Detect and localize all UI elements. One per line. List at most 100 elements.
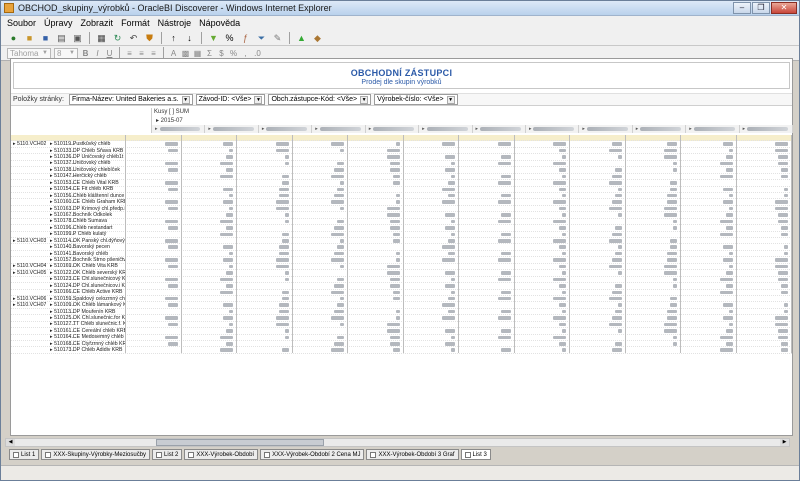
new-workbook-icon[interactable]: ● [7,32,20,44]
align-right-icon[interactable]: ≡ [149,48,158,59]
scroll-left-icon[interactable]: ◀ [6,439,15,446]
column-header-cell[interactable]: ▸ [739,125,794,133]
data-cell[interactable] [737,346,792,354]
close-button[interactable]: ✕ [771,2,797,14]
sheet-tab[interactable]: XXX-Skupiny-Výrobky-Meziosučby [41,449,151,460]
data-cell[interactable] [681,346,737,354]
sort-desc-icon[interactable]: ↓ [183,32,196,44]
column-header-cell[interactable]: ▸ [152,125,206,133]
scroll-thumb[interactable] [156,439,324,446]
row-group-label[interactable]: ▸ 5110.VCH07 [11,302,46,308]
fill-color-icon[interactable]: ▩ [181,48,190,59]
column-header-cell[interactable]: ▸ [632,125,687,133]
column-header-cell[interactable]: ▸ [312,125,366,133]
conditions-icon[interactable]: ▼ [207,32,220,44]
menu-napoveda[interactable]: Nápověda [199,18,240,28]
data-cell[interactable] [348,346,404,354]
edit-icon[interactable]: ✎ [271,32,284,44]
minimize-button[interactable]: – [733,2,751,14]
row-item-label[interactable]: ▸ 510161.....CE Cereální chléb KRB [46,328,125,334]
row-item-label[interactable]: ▸ 510169.....OK Chléb Vita KRB [46,263,125,269]
row-item-label[interactable]: ▸ 510196.....Chléb nestandart [46,225,125,231]
bold-icon[interactable]: B [81,48,90,59]
row-item-label[interactable]: ▸ 510166.....CE Chléb Active KRB [46,289,125,295]
align-left-icon[interactable]: ≡ [125,48,134,59]
horizontal-scrollbar[interactable]: ◀ ▶ [5,438,790,447]
scroll-right-icon[interactable]: ▶ [780,439,789,446]
row-item-label[interactable]: ▸ 510156.....Chléb kláštenní dunce [46,193,125,199]
column-header-cell[interactable]: ▸ [472,125,526,133]
row-group-label[interactable]: ▸ 5110.VCH02 [11,141,46,147]
data-cell[interactable] [126,346,182,354]
column-header-cell[interactable]: ▸ [205,125,259,133]
edit-sheet-icon[interactable]: ▦ [95,32,108,44]
font-size-select[interactable]: 8 ▼ [54,47,78,59]
row-group-label[interactable]: ▸ 5110.VCH05 [11,270,46,276]
data-cell[interactable] [570,346,626,354]
row-item-label[interactable]: ▸ 510140.....Bavorský pecen [46,244,125,250]
data-cell[interactable] [626,346,681,354]
page-item-firma[interactable]: Firma-Název: United Bakeries a.s. ▼ [68,94,193,105]
refresh-icon[interactable]: ↻ [111,32,124,44]
row-item-label[interactable]: ▸ 510124.....DP Chl.slunečnicov.i KRB [46,283,125,289]
column-header-cell[interactable]: ▸ [686,125,740,133]
row-item-label[interactable]: ▸ 510119.....Pustkůvký chléb [46,141,125,147]
row-item-label[interactable]: ▸ 510173.....DP Chléb Adidiv KRB [46,347,125,353]
data-cell[interactable] [515,346,570,354]
print-preview-icon[interactable]: ▣ [71,32,84,44]
row-group-label[interactable]: ▸ 5110.VCH03 [11,238,46,244]
row-item-label[interactable]: ▸ 510164.....CE Medosemný chléb KRB [46,334,125,340]
row-item-label[interactable]: ▸ 510178.....Chléb Šumava [46,218,125,224]
row-item-label[interactable]: ▸ 510159.....Špaldový celozrnný chléb [46,296,125,302]
row-item-label[interactable]: ▸ 510109.....OK Chléb lámankový KRB [46,302,125,308]
sheet-tab[interactable]: XXX-Výrobek-Období 3 Graf [366,449,459,460]
month-header[interactable]: ▸ 2015-07 [156,117,183,124]
percent-format-icon[interactable]: % [229,48,238,59]
open-folder-icon[interactable]: ■ [23,32,36,44]
underline-icon[interactable]: U [105,48,114,59]
print-icon[interactable]: ▤ [55,32,68,44]
row-item-label[interactable]: ▸ 510199.....P Chléb kulatý [46,231,125,237]
row-item-label[interactable]: ▸ 510133.....DP Chléb Šňava KRB [46,148,125,154]
data-cell[interactable] [237,346,293,354]
row-item-label[interactable]: ▸ 510125.....OK Chl.slunečnic.for KRB [46,315,125,321]
graph-icon[interactable]: ▲ [295,32,308,44]
row-item-label[interactable]: ▸ 510163.....DP Krimový chl.předp.ier [46,206,125,212]
row-item-label[interactable]: ▸ 510114.....OK Panský chl.dýňový KRB [46,238,125,244]
filter-icon[interactable]: ⏷ [255,32,268,44]
page-item-vyrobek[interactable]: Výrobek-číslo: <Vše> ▼ [374,94,458,105]
menu-format[interactable]: Formát [121,18,150,28]
table-row[interactable]: ▸ 510173.....DP Chléb Adidiv KRB [11,346,792,354]
row-item-label[interactable]: ▸ 510154.....CE Fit chléb KRB [46,186,125,192]
menu-soubor[interactable]: Soubor [7,18,36,28]
decimal-icon[interactable]: .0 [253,48,262,59]
row-item-label[interactable]: ▸ 510168.....CE Čtyřzrnný chléb KRB [46,341,125,347]
save-icon[interactable]: ■ [39,32,52,44]
totals-icon[interactable]: Σ [205,48,214,59]
data-cell[interactable] [293,346,348,354]
gridlines-icon[interactable]: ▦ [193,48,202,59]
menu-nastroje[interactable]: Nástroje [158,18,192,28]
menu-zobrazit[interactable]: Zobrazit [81,18,114,28]
column-header-cell[interactable]: ▸ [525,125,580,133]
font-family-select[interactable]: Tahoma ▼ [7,47,51,59]
column-header-cell[interactable]: ▸ [258,125,313,133]
row-item-label[interactable]: ▸ 510123.....CE Chl.slunečnicový KRB [46,276,125,282]
currency-icon[interactable]: $ [217,48,226,59]
sheet-tab[interactable]: XXX-Výrobek-Období 2 Cena MJ [260,449,365,460]
drill-icon[interactable]: ◆ [311,32,324,44]
row-item-label[interactable]: ▸ 510138.....Uničovský chlebíček [46,167,125,173]
column-header-cell[interactable]: ▸ [365,125,420,133]
row-item-label[interactable]: ▸ 510147.....Herčický chléb [46,173,125,179]
row-item-label[interactable]: ▸ 510160.....CE Chléb Graham KRB [46,199,125,205]
italic-icon[interactable]: I [93,48,102,59]
data-cell[interactable] [404,346,459,354]
font-color-icon[interactable]: A [169,48,178,59]
maximize-button[interactable]: ❐ [752,2,770,14]
row-item-label[interactable]: ▸ 510122.....OK Chléb severský KRB [46,270,125,276]
row-group-label[interactable]: ▸ 5110.VCH04 [11,263,46,269]
thousands-icon[interactable]: , [241,48,250,59]
row-group-label[interactable]: ▸ 5110.VCH06 [11,296,46,302]
row-item-label[interactable] [46,135,125,141]
row-item-label[interactable]: ▸ 510153.....CE Chléb Vital KRB [46,180,125,186]
